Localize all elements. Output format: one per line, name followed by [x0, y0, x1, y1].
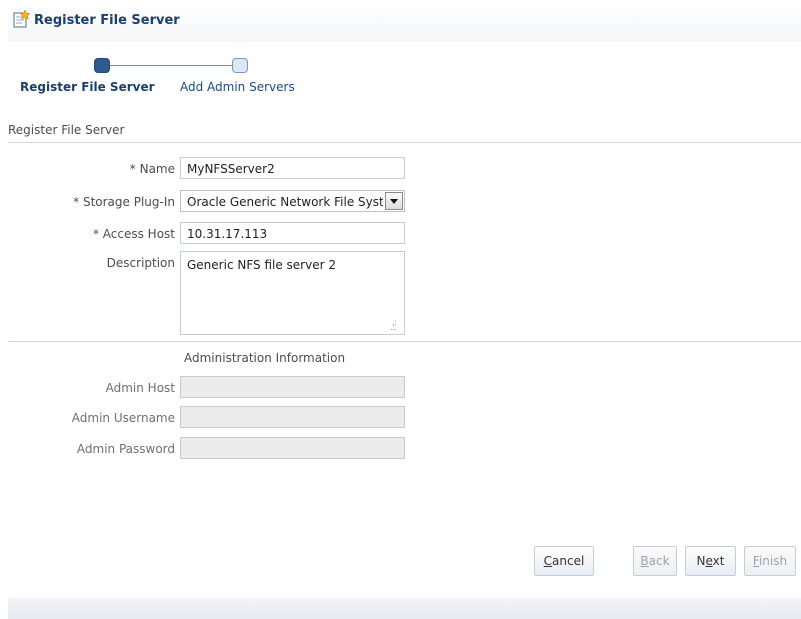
register-server-icon: [13, 10, 30, 28]
admin-username-input[interactable]: [180, 406, 405, 428]
storage-plugin-row: * Storage Plug-In Oracle Generic Network…: [8, 190, 801, 214]
cancel-label-post: ancel: [552, 554, 585, 568]
description-label: Description: [106, 256, 175, 270]
next-label-post: xt: [712, 554, 725, 568]
storage-plugin-select[interactable]: Oracle Generic Network File System: [180, 190, 405, 212]
chevron-down-icon[interactable]: [385, 192, 403, 210]
admin-host-row: Admin Host: [8, 376, 801, 400]
dialog-title: Register File Server: [34, 13, 180, 28]
admin-section-header: Administration Information: [184, 351, 346, 365]
back-mnemonic: B: [640, 554, 649, 568]
admin-password-label: Admin Password: [76, 442, 175, 456]
access-host-row: * Access Host 10.31.17.113: [8, 222, 801, 246]
train-stop-add-admin-servers[interactable]: [232, 58, 248, 73]
admin-username-row: Admin Username: [8, 406, 801, 430]
next-label-pre: N: [696, 554, 706, 568]
name-row: * Name MyNFSServer2: [8, 157, 801, 181]
admin-username-label: Admin Username: [71, 411, 175, 425]
back-button[interactable]: Back: [633, 546, 677, 576]
admin-host-label: Admin Host: [105, 381, 175, 395]
back-label-post: ack: [648, 554, 670, 568]
name-label: * Name: [129, 162, 175, 176]
name-input[interactable]: MyNFSServer2: [180, 157, 405, 179]
train-connector: [108, 65, 234, 66]
storage-plugin-label: * Storage Plug-In: [73, 195, 175, 209]
train-label-add-admin-servers[interactable]: Add Admin Servers: [180, 80, 295, 94]
section-divider: [8, 142, 801, 143]
section-header: Register File Server: [8, 123, 125, 137]
cancel-button[interactable]: Cancel: [534, 546, 594, 576]
admin-password-row: Admin Password: [8, 437, 801, 461]
register-file-server-dialog: Register File Server Register File Serve…: [8, 0, 801, 619]
next-mnemonic: e: [705, 554, 713, 568]
admin-host-input[interactable]: [180, 376, 405, 398]
cancel-mnemonic: C: [543, 554, 553, 568]
title-bar: Register File Server: [8, 0, 801, 42]
resize-grip-icon[interactable]: .:.:.: [390, 319, 400, 333]
storage-plugin-value: Oracle Generic Network File System: [187, 195, 383, 209]
train-stop-register-file-server[interactable]: [94, 58, 110, 73]
admin-password-input[interactable]: [180, 437, 405, 459]
train-label-register-file-server: Register File Server: [20, 80, 155, 94]
access-host-label: * Access Host: [92, 227, 175, 241]
finish-label-post: inish: [758, 554, 788, 568]
admin-divider: [8, 341, 801, 342]
description-textarea[interactable]: Generic NFS file server 2 .:.:.: [180, 251, 405, 335]
footer-bar: [8, 598, 801, 619]
description-row: Description Generic NFS file server 2 .:…: [8, 251, 801, 337]
finish-button[interactable]: Finish: [744, 546, 796, 576]
wizard-train: Register File Server Add Admin Servers: [8, 52, 408, 104]
description-value: Generic NFS file server 2: [187, 258, 336, 272]
next-button[interactable]: Next: [685, 546, 736, 576]
access-host-input[interactable]: 10.31.17.113: [180, 222, 405, 244]
